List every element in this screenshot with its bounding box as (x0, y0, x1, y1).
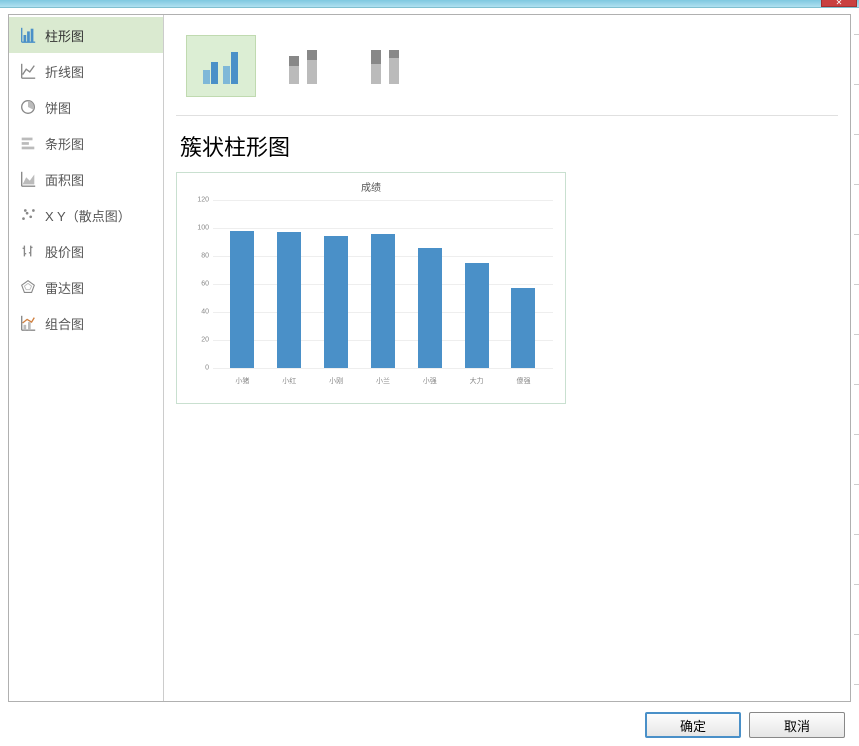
sidebar-item-label: 柱形图 (45, 26, 84, 45)
y-tick-label: 60 (189, 281, 209, 288)
y-tick-label: 40 (189, 309, 209, 316)
sidebar-item-radar[interactable]: 雷达图 (9, 269, 163, 305)
pie-chart-icon (19, 98, 37, 116)
hbar-chart-icon (19, 134, 37, 152)
stacked-column-icon (279, 44, 327, 88)
sidebar-item-line[interactable]: 折线图 (9, 53, 163, 89)
sidebar-item-scatter[interactable]: X Y（散点图） (9, 197, 163, 233)
sidebar-item-column[interactable]: 柱形图 (9, 17, 163, 53)
x-tick-label: 傻强 (511, 376, 535, 386)
chart-type-sidebar: 柱形图 折线图 饼图 条形图 面积图 X Y（散点图） 股价图 (9, 15, 164, 701)
x-tick-label: 小强 (418, 376, 442, 386)
sidebar-item-label: 饼图 (45, 98, 71, 117)
bar (371, 234, 395, 368)
sidebar-item-label: 面积图 (45, 170, 84, 189)
subtype-stacked100[interactable] (350, 35, 420, 97)
y-tick-label: 0 (189, 365, 209, 372)
bar-chart-icon (19, 26, 37, 44)
y-tick-label: 100 (189, 225, 209, 232)
y-tick-label: 120 (189, 197, 209, 204)
sidebar-item-label: 组合图 (45, 314, 84, 333)
sidebar-item-stock[interactable]: 股价图 (9, 233, 163, 269)
combo-chart-icon (19, 314, 37, 332)
x-tick-label: 大力 (465, 376, 489, 386)
sidebar-item-area[interactable]: 面积图 (9, 161, 163, 197)
right-edge-ticks (853, 14, 859, 746)
x-axis-labels: 小猪 小红 小刚 小兰 小强 大力 傻强 (213, 376, 553, 386)
bar (418, 248, 442, 368)
dialog-panel: 柱形图 折线图 饼图 条形图 面积图 X Y（散点图） 股价图 (8, 14, 851, 702)
bar (465, 263, 489, 368)
sidebar-item-label: 条形图 (45, 134, 84, 153)
x-tick-label: 小猪 (230, 376, 254, 386)
sidebar-item-label: 股价图 (45, 242, 84, 261)
sidebar-item-combo[interactable]: 组合图 (9, 305, 163, 341)
y-tick-label: 80 (189, 253, 209, 260)
close-icon[interactable]: ✕ (821, 0, 857, 7)
sidebar-item-bar[interactable]: 条形图 (9, 125, 163, 161)
ok-button[interactable]: 确定 (645, 712, 741, 738)
x-tick-label: 小刚 (324, 376, 348, 386)
chart-title: 成绩 (189, 179, 553, 194)
content-area: 簇状柱形图 成绩 0 20 40 60 80 100 120 小猪 小红 小刚 小兰 小强 大力 傻强 (164, 15, 850, 701)
y-axis-ticks: 020406080100120 (189, 200, 209, 368)
line-chart-icon (19, 62, 37, 80)
scatter-chart-icon (19, 206, 37, 224)
clustered-column-icon (197, 44, 245, 88)
subtype-clustered[interactable] (186, 35, 256, 97)
y-tick-label: 20 (189, 337, 209, 344)
sidebar-item-label: 雷达图 (45, 278, 84, 297)
sidebar-item-pie[interactable]: 饼图 (9, 89, 163, 125)
plot-area: 020406080100120 小猪小红小刚小兰小强大力傻强 (213, 200, 553, 390)
x-tick-label: 小兰 (371, 376, 395, 386)
bar (277, 232, 301, 368)
x-tick-label: 小红 (277, 376, 301, 386)
sidebar-item-label: 折线图 (45, 62, 84, 81)
stacked100-column-icon (361, 44, 409, 88)
bar (230, 231, 254, 368)
area-chart-icon (19, 170, 37, 188)
chart-preview: 成绩 0 20 40 60 80 100 120 小猪 小红 小刚 小兰 小强 大力 傻强 (176, 172, 566, 404)
cancel-button[interactable]: 取消 (749, 712, 845, 738)
bar (511, 288, 535, 368)
sidebar-item-label: X Y（散点图） (45, 206, 131, 225)
grid-line (213, 368, 553, 369)
button-bar: 确定 取消 (645, 712, 845, 738)
chart-type-name: 簇状柱形图 (180, 130, 838, 162)
bar (324, 236, 348, 368)
bars (213, 200, 553, 368)
window-chrome: ✕ (0, 0, 859, 8)
subtype-row (176, 25, 838, 116)
radar-chart-icon (19, 278, 37, 296)
subtype-stacked[interactable] (268, 35, 338, 97)
stock-chart-icon (19, 242, 37, 260)
